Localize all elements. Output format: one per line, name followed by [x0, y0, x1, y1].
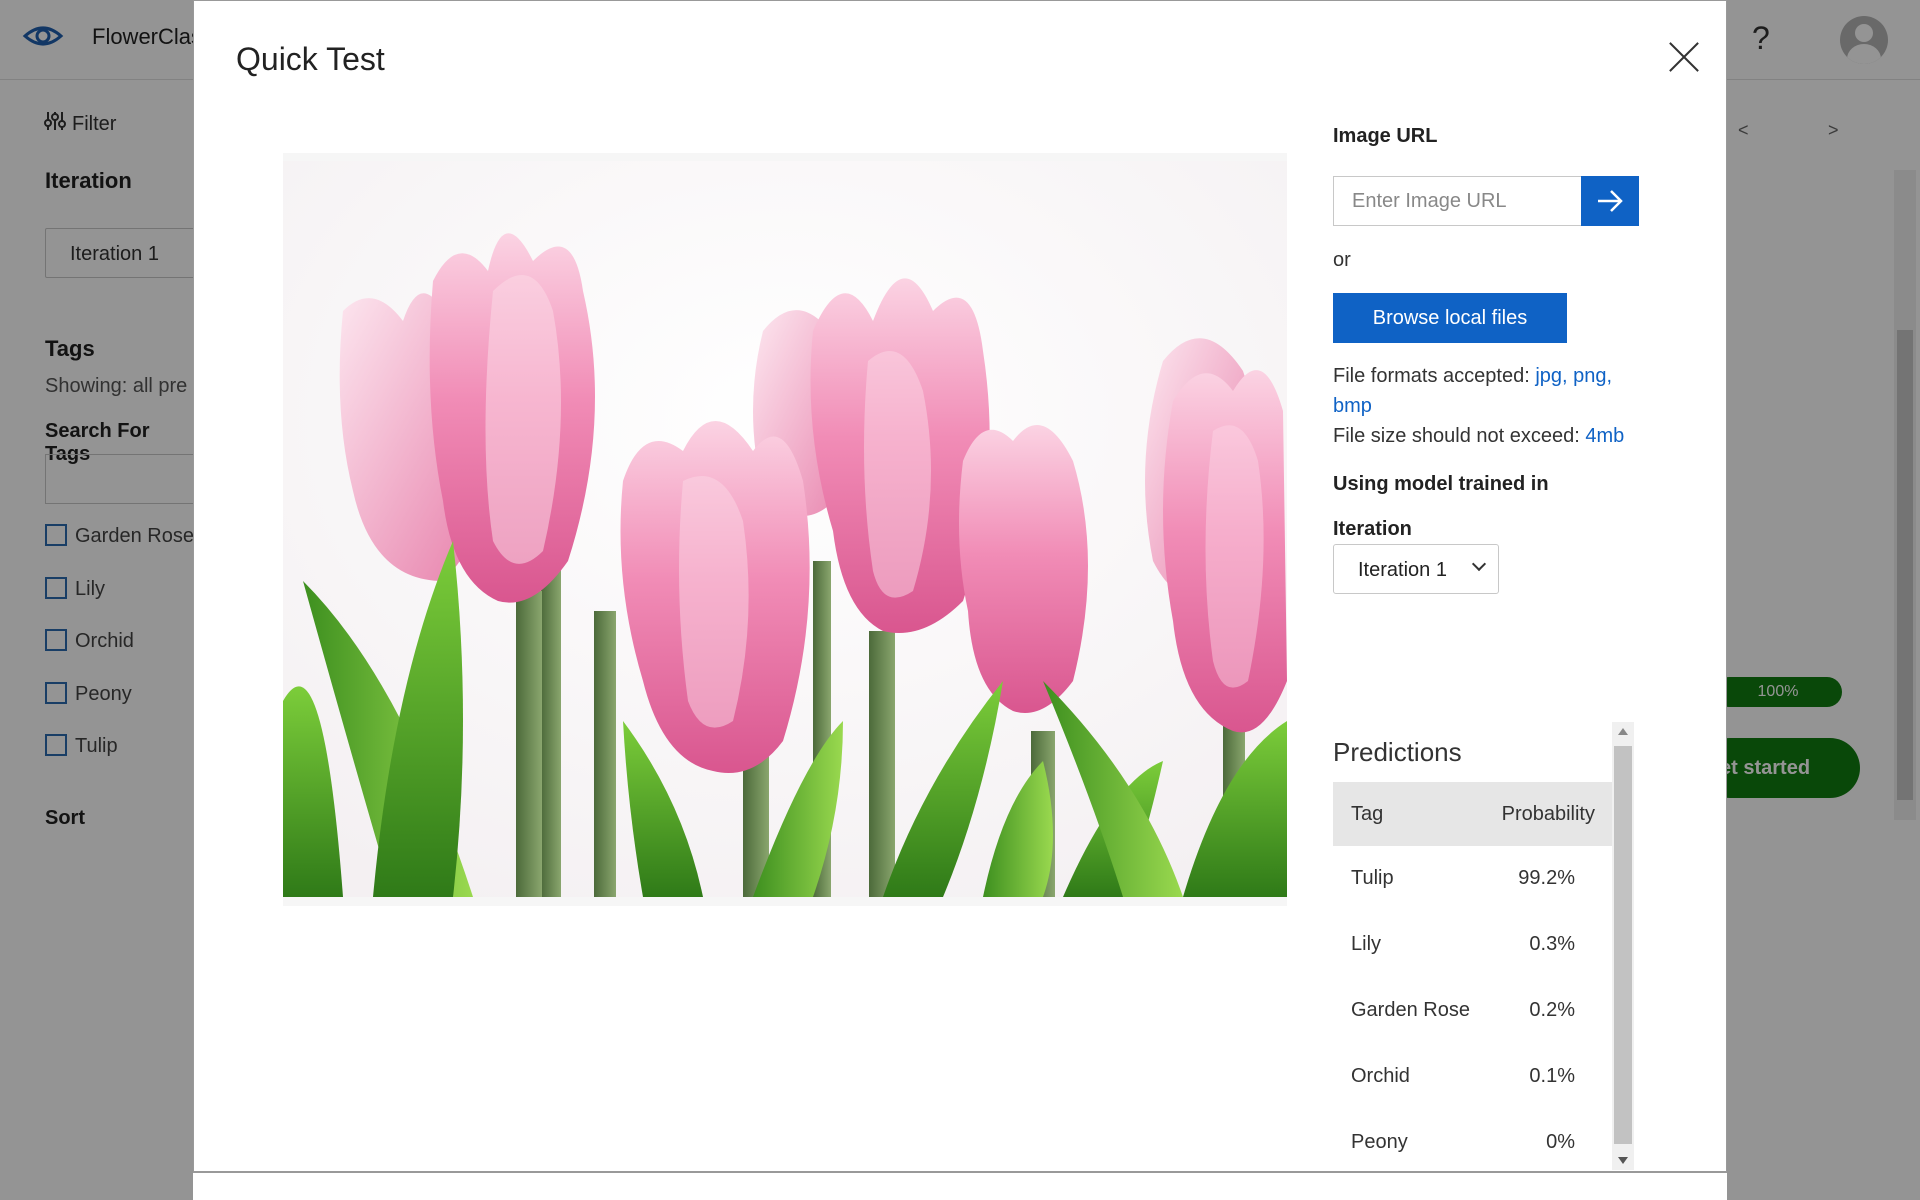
prediction-probability: 0%	[1546, 1131, 1575, 1153]
iteration-select[interactable]: Iteration 1	[1333, 544, 1499, 594]
or-separator: or	[1333, 249, 1351, 271]
quick-test-modal: Quick Test Image URL Enter Image URL or …	[193, 0, 1727, 1172]
arrow-right-icon	[1598, 190, 1623, 212]
file-formats-line: File formats accepted: jpg, png,	[1333, 365, 1612, 388]
model-heading: Using model trained in	[1333, 473, 1549, 495]
predictions-table-header: Tag Probability	[1333, 782, 1613, 846]
table-row: Peony 0%	[1333, 1110, 1613, 1176]
prediction-probability: 0.2%	[1529, 999, 1575, 1021]
prediction-tag: Orchid	[1351, 1065, 1410, 1087]
predictions-table: Tag Probability Tulip 99.2% Lily 0.3% Ga…	[1333, 782, 1613, 1176]
prediction-tag: Lily	[1351, 933, 1382, 955]
table-row: Lily 0.3%	[1333, 912, 1613, 978]
predictions-title: Predictions	[1333, 737, 1462, 767]
file-format-bmp-link[interactable]: bmp	[1333, 395, 1372, 417]
prediction-probability: 0.3%	[1529, 933, 1575, 955]
table-row: Orchid 0.1%	[1333, 1044, 1613, 1110]
file-size-link[interactable]: 4mb	[1585, 425, 1624, 447]
prediction-tag: Peony	[1351, 1131, 1408, 1153]
modal-title: Quick Test	[236, 41, 385, 77]
file-formats-line-2: bmp	[1333, 395, 1372, 418]
file-size-line: File size should not exceed: 4mb	[1333, 425, 1624, 448]
image-url-input[interactable]	[1333, 176, 1581, 226]
iteration-selected-value: Iteration 1	[1358, 559, 1447, 581]
chevron-down-icon	[1471, 556, 1487, 572]
prediction-tag: Tulip	[1351, 867, 1394, 889]
tulip-preview-image	[283, 161, 1287, 897]
tag-column-header: Tag	[1351, 803, 1384, 825]
predictions-scrollbar[interactable]	[1612, 722, 1634, 1170]
probability-column-header: Probability	[1501, 803, 1595, 825]
file-size-prefix: File size should not exceed:	[1333, 425, 1586, 447]
browse-local-files-button[interactable]: Browse local files	[1333, 293, 1567, 343]
file-formats-prefix: File formats accepted:	[1333, 365, 1536, 387]
predictions-scrollbar-thumb[interactable]	[1614, 746, 1632, 1144]
scroll-down-icon[interactable]	[1618, 1157, 1628, 1164]
prediction-tag: Garden Rose	[1351, 999, 1470, 1021]
submit-url-button[interactable]	[1581, 176, 1639, 226]
file-formats-link[interactable]: jpg, png,	[1535, 365, 1612, 387]
modal-footer	[193, 1172, 1727, 1200]
tulip-image-graphic	[283, 161, 1287, 897]
image-preview-frame	[283, 153, 1287, 906]
table-row: Tulip 99.2%	[1333, 846, 1613, 912]
prediction-probability: 0.1%	[1529, 1065, 1575, 1087]
scroll-up-icon[interactable]	[1618, 728, 1628, 735]
iteration-label: Iteration	[1333, 518, 1412, 540]
image-url-label: Image URL	[1333, 125, 1438, 147]
table-row: Garden Rose 0.2%	[1333, 978, 1613, 1044]
prediction-probability: 99.2%	[1518, 867, 1575, 889]
